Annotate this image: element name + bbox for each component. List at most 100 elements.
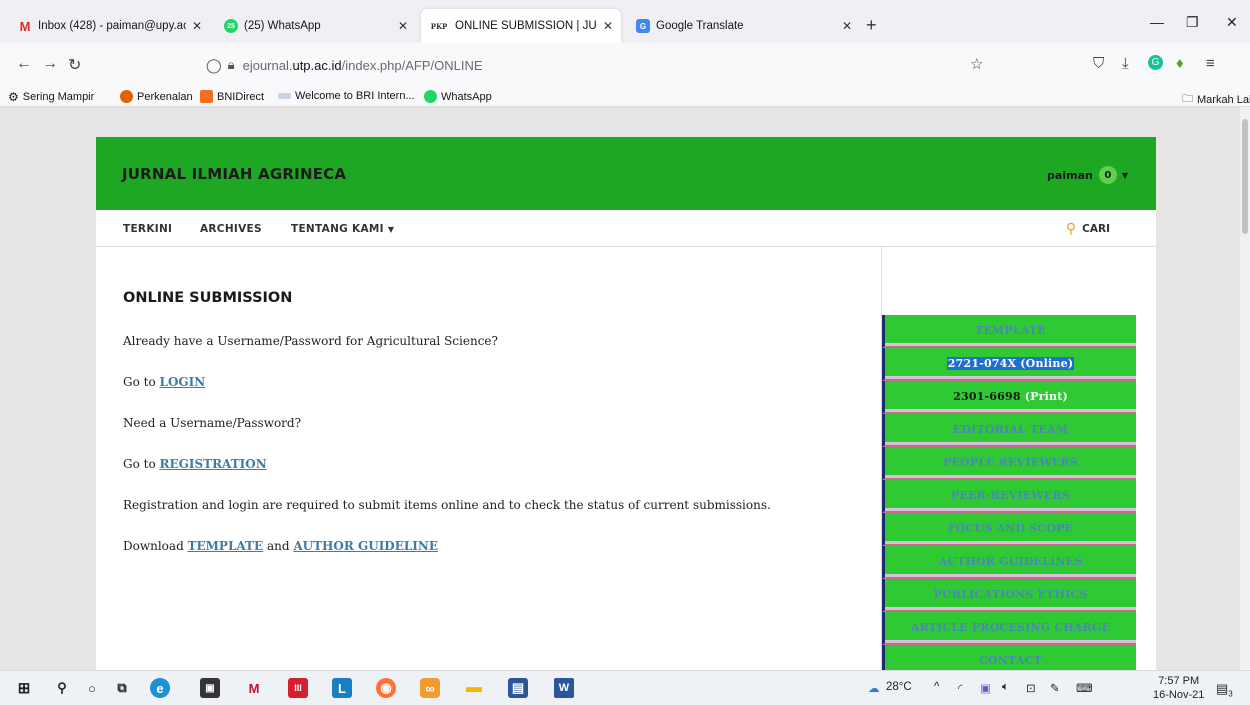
sidebar-author-guidelines[interactable]: AUTHOR GUIDELINES xyxy=(882,546,1136,579)
nav-tentang-kami[interactable]: TENTANG KAMI ▼ xyxy=(291,223,394,235)
page-viewport: JURNAL ILMIAH AGRINECA paiman 0 ▼ TERKIN… xyxy=(0,107,1240,670)
bookmark-bri[interactable]: Welcome to BRI Intern... xyxy=(278,90,415,102)
notification-icon[interactable]: ▤3 xyxy=(1216,681,1233,699)
bri-icon xyxy=(278,93,291,99)
pocket-icon[interactable]: ⛉ xyxy=(1093,55,1104,72)
author-guideline-link[interactable]: AUTHOR GUIDELINE xyxy=(293,539,438,553)
pkp-icon: PKP xyxy=(430,21,448,31)
paragraph-goto-registration: Go to REGISTRATION xyxy=(123,457,267,471)
chevron-up-icon[interactable]: ^ xyxy=(934,681,939,693)
chevron-down-icon: ▼ xyxy=(1121,170,1128,180)
main-content: ONLINE SUBMISSION Already have a Usernam… xyxy=(96,247,881,670)
sidebar-template[interactable]: TEMPLATE xyxy=(882,315,1136,348)
file-explorer-icon[interactable]: ▬ xyxy=(464,678,484,698)
nav-terkini[interactable]: TERKINI xyxy=(123,223,172,235)
scrollbar-thumb[interactable] xyxy=(1242,119,1248,234)
whatsapp-icon: 25 xyxy=(224,19,238,33)
sidebar-issn-print[interactable]: 2301-6698 (Print) xyxy=(882,381,1136,414)
site-title[interactable]: JURNAL ILMIAH AGRINECA xyxy=(122,165,346,183)
firefox-icon[interactable]: ◉ xyxy=(376,678,396,698)
close-icon[interactable]: ✕ xyxy=(398,19,408,33)
menu-icon[interactable]: ≡ xyxy=(1206,55,1215,72)
store-icon[interactable]: ▣ xyxy=(200,678,220,698)
mcafee-icon[interactable]: M xyxy=(244,678,264,698)
grammarly-icon[interactable]: G xyxy=(1148,55,1163,70)
site-header: JURNAL ILMIAH AGRINECA paiman 0 ▼ xyxy=(96,137,1156,210)
sidebar-publications-ethics[interactable]: PUBLICATIONS ETHICS xyxy=(882,579,1136,612)
app-l-icon[interactable]: L xyxy=(332,678,352,698)
windows-taskbar: ⊞ ⚲ ○ ⧉ e ▣ M III L ◉ ∞ ▬ ▤ W ☁ 28°C ^ ◜… xyxy=(0,670,1250,705)
extension-icon[interactable]: ♦ xyxy=(1176,55,1184,72)
app-red-icon[interactable]: III xyxy=(288,678,308,698)
url-bar[interactable]: ◯ 🔒︎ ejournal.utp.ac.id/index.php/AFP/ON… xyxy=(206,50,999,80)
sidebar-issn-online[interactable]: 2721-074X (Online) xyxy=(882,348,1136,381)
close-icon[interactable]: ✕ xyxy=(603,19,613,33)
bookmark-perkenalan[interactable]: Perkenalan xyxy=(120,90,193,103)
translate-icon: G xyxy=(636,19,650,33)
word-icon[interactable]: W xyxy=(554,678,574,698)
tab-label: (25) WhatsApp xyxy=(244,20,321,32)
weather-temp[interactable]: 28°C xyxy=(886,681,912,693)
search-icon: ⚲ xyxy=(1065,221,1077,237)
download-icon[interactable]: ⤓ xyxy=(1122,55,1129,72)
bookmark-sering-mampir[interactable]: ⚙ Sering Mampir xyxy=(8,90,94,104)
edge-icon[interactable]: e xyxy=(150,678,170,698)
paragraph-download: Download TEMPLATE and AUTHOR GUIDELINE xyxy=(123,539,439,553)
sidebar-peer-reviewers[interactable]: PEER-REVIEWERS xyxy=(882,480,1136,513)
sidebar-focus-and-scope[interactable]: FOCUS AND SCOPE xyxy=(882,513,1136,546)
username: paiman xyxy=(1047,168,1093,182)
chevron-down-icon: ▼ xyxy=(387,225,395,234)
user-menu[interactable]: paiman 0 ▼ xyxy=(1047,166,1128,184)
close-icon[interactable]: ✕ xyxy=(192,19,202,33)
sidebar-editorial-team[interactable]: EDITORIAL TEAM xyxy=(882,414,1136,447)
wifi-icon[interactable]: ◜ xyxy=(958,681,962,695)
weather-icon: ☁ xyxy=(868,683,880,695)
notification-count: 0 xyxy=(1098,166,1117,184)
sidebar-people-reviewers[interactable]: PEOPLE REVIEWERS xyxy=(882,447,1136,480)
pen-icon[interactable]: ✎ xyxy=(1050,681,1060,695)
search-button[interactable]: ⚲ CARI xyxy=(1066,221,1110,237)
close-window-icon[interactable]: ✕ xyxy=(1226,14,1238,31)
whatsapp-icon xyxy=(424,90,437,103)
restore-icon[interactable]: ❐ xyxy=(1186,14,1199,31)
page-scrollbar[interactable] xyxy=(1240,107,1250,670)
gmail-icon: M xyxy=(19,18,31,34)
page-title: ONLINE SUBMISSION xyxy=(123,290,293,306)
template-link[interactable]: TEMPLATE xyxy=(188,539,264,553)
firefox-icon xyxy=(120,90,133,103)
tab-online-submission[interactable]: PKP ONLINE SUBMISSION | JURNAL ✕ xyxy=(421,9,621,43)
search-icon[interactable]: ⚲ xyxy=(52,678,72,698)
reload-icon[interactable]: ↻ xyxy=(68,55,81,75)
registration-link[interactable]: REGISTRATION xyxy=(160,457,267,471)
paragraph-registration-info: Registration and login are required to s… xyxy=(123,498,771,512)
volume-icon[interactable]: 🔈︎ xyxy=(1002,681,1009,694)
clock[interactable]: 7:57 PM 16-Nov-21 xyxy=(1153,674,1204,702)
app-orange-icon[interactable]: ∞ xyxy=(420,678,440,698)
cortana-icon[interactable]: ○ xyxy=(82,678,102,698)
bookmark-star-icon[interactable]: ☆ xyxy=(970,55,983,73)
windows-start-icon[interactable]: ⊞ xyxy=(14,678,34,698)
sidebar-contact[interactable]: CONTACT xyxy=(882,645,1136,670)
close-icon[interactable]: ✕ xyxy=(842,19,852,33)
app-tray-icon[interactable]: ▣ xyxy=(980,681,991,695)
keyboard-icon[interactable]: ⌨ xyxy=(1076,681,1093,695)
journal-site: JURNAL ILMIAH AGRINECA paiman 0 ▼ TERKIN… xyxy=(96,137,1156,670)
bookmark-whatsapp[interactable]: WhatsApp xyxy=(424,90,492,103)
app-save-icon[interactable]: ▤ xyxy=(508,678,528,698)
tab-whatsapp[interactable]: 25 (25) WhatsApp ✕ xyxy=(216,9,416,43)
nav-archives[interactable]: ARCHIVES xyxy=(200,223,262,235)
task-view-icon[interactable]: ⧉ xyxy=(112,678,132,698)
paragraph-need-account: Need a Username/Password? xyxy=(123,416,302,430)
login-link[interactable]: LOGIN xyxy=(160,375,206,389)
back-icon[interactable]: ← xyxy=(16,55,32,73)
tab-google-translate[interactable]: G Google Translate ✕ xyxy=(628,9,860,43)
forward-icon[interactable]: → xyxy=(42,55,58,73)
new-tab-button[interactable]: + xyxy=(866,16,877,34)
sidebar-article-processing-charge[interactable]: ARTICLE PROCESING CHARGE xyxy=(882,612,1136,645)
bookmark-bnidirect[interactable]: BNIDirect xyxy=(200,90,264,103)
tab-label: Google Translate xyxy=(656,20,744,32)
tab-gmail[interactable]: M Inbox (428) - paiman@upy.ac.ic ✕ xyxy=(10,9,210,43)
minimize-icon[interactable]: — xyxy=(1150,14,1164,30)
input-icon[interactable]: ⊡ xyxy=(1026,681,1036,695)
bookmarks-bar: ⚙ Sering Mampir Perkenalan BNIDirect Welc… xyxy=(0,87,1250,107)
